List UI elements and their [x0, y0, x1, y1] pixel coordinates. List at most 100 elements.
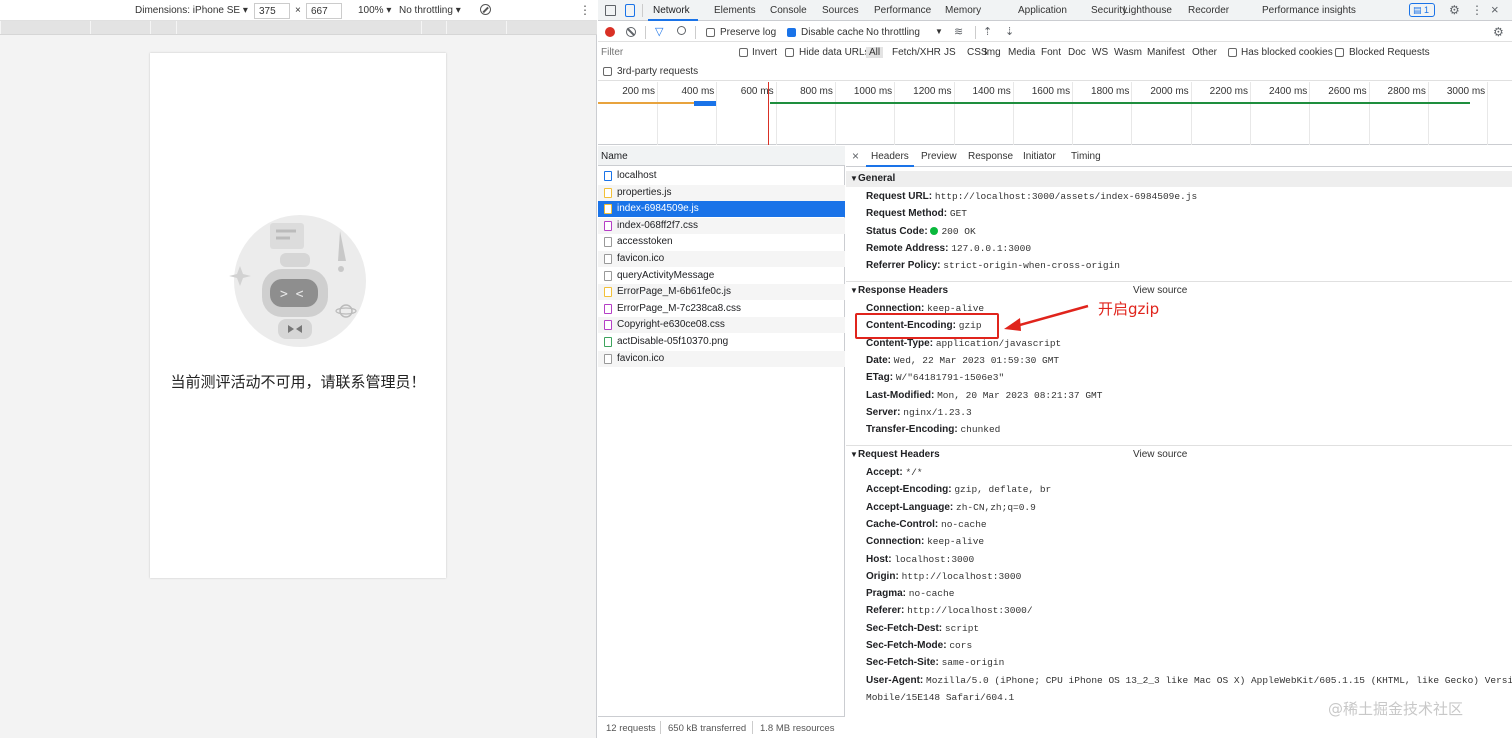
type-filter-img[interactable]: Img: [984, 47, 1001, 58]
preserve-log-checkbox[interactable]: [706, 28, 715, 37]
dimension-times: ×: [295, 5, 301, 16]
more-options-icon[interactable]: ⋮: [579, 3, 591, 17]
tab-network[interactable]: Network: [653, 5, 690, 16]
blocked-cookies-checkbox[interactable]: [1228, 48, 1237, 57]
devtools-menu-icon[interactable]: ⋮: [1471, 3, 1483, 17]
header-row: Request Method: GET: [866, 208, 967, 219]
detail-tab-timing[interactable]: Timing: [1071, 151, 1101, 162]
header-key: Accept-Encoding:: [866, 484, 952, 496]
type-filter-font[interactable]: Font: [1041, 47, 1061, 58]
header-value: script: [944, 622, 980, 634]
response-view-source-link[interactable]: View source: [1133, 285, 1187, 296]
request-view-source-link[interactable]: View source: [1133, 449, 1187, 460]
header-row: Origin: http://localhost:3000: [866, 571, 1021, 582]
media-query-ruler[interactable]: [0, 21, 597, 35]
request-row[interactable]: actDisable-05f10370.png: [598, 334, 845, 350]
tab-sources[interactable]: Sources: [822, 5, 859, 16]
detail-tab-initiator[interactable]: Initiator: [1023, 151, 1056, 162]
export-har-icon[interactable]: ⇣: [1005, 25, 1014, 38]
type-filter-fetchxhr[interactable]: Fetch/XHR: [892, 47, 941, 58]
tab-lighthouse[interactable]: Lighthouse: [1123, 5, 1172, 16]
type-filter-manifest[interactable]: Manifest: [1147, 47, 1185, 58]
filter-icon[interactable]: ▽: [655, 25, 663, 38]
annotation-label: 开启gzip: [1098, 300, 1160, 318]
blocked-requests-checkbox[interactable]: [1335, 48, 1344, 57]
tab-security[interactable]: Security: [1091, 5, 1127, 16]
response-headers-section-header[interactable]: ▼ Response Headers View source: [846, 283, 1512, 299]
request-row[interactable]: ErrorPage_M-7c238ca8.css: [598, 301, 845, 317]
type-filter-all[interactable]: All: [866, 47, 884, 58]
network-throttling-select[interactable]: No throttling: [866, 27, 920, 38]
request-row[interactable]: properties.js: [598, 184, 845, 201]
request-row[interactable]: queryActivityMessage: [598, 268, 845, 284]
header-key: Referer:: [866, 605, 905, 617]
clear-icon[interactable]: [626, 27, 636, 37]
close-detail-icon[interactable]: ×: [852, 149, 859, 163]
request-row[interactable]: localhost: [598, 168, 845, 184]
request-row[interactable]: favicon.ico: [598, 350, 845, 367]
timeline-label: 1000 ms: [853, 86, 893, 97]
header-row: Content-Type: application/javascript: [866, 338, 1061, 349]
invert-checkbox[interactable]: [739, 48, 748, 57]
file-doc-icon: [604, 171, 612, 181]
tab-console[interactable]: Console: [770, 5, 807, 16]
type-filter-doc[interactable]: Doc: [1068, 47, 1086, 58]
detail-tab-response[interactable]: Response: [968, 151, 1013, 162]
tab-memory[interactable]: Memory: [945, 5, 981, 16]
throttle-selector[interactable]: No throttling ▾: [399, 5, 461, 16]
type-filter-media[interactable]: Media: [1008, 47, 1035, 58]
svg-text:> <: > <: [280, 287, 304, 302]
import-har-icon[interactable]: ⇡: [983, 25, 992, 38]
network-settings-gear-icon[interactable]: ⚙: [1493, 25, 1504, 39]
tab-application[interactable]: Application: [1018, 5, 1067, 16]
type-filter-ws[interactable]: WS: [1092, 47, 1108, 58]
device-selector[interactable]: Dimensions: iPhone SE ▾: [135, 5, 248, 16]
request-row[interactable]: index-068ff2f7.css: [598, 217, 845, 234]
chevron-down-icon[interactable]: ▼: [935, 27, 943, 36]
header-row: Sec-Fetch-Mode: cors: [866, 640, 972, 651]
request-row[interactable]: ErrorPage_M-6b61fe0c.js: [598, 284, 845, 301]
zoom-selector[interactable]: 100% ▾: [358, 5, 391, 16]
tab-elements[interactable]: Elements: [714, 5, 756, 16]
settings-gear-icon[interactable]: ⚙: [1449, 3, 1460, 17]
request-row[interactable]: index-6984509e.js: [598, 201, 845, 218]
type-filter-other[interactable]: Other: [1192, 47, 1217, 58]
preserve-log-label: Preserve log: [720, 27, 777, 38]
request-headers-section-header[interactable]: ▼ Request Headers View source: [846, 447, 1512, 463]
issues-badge[interactable]: ▤ 1: [1409, 3, 1435, 17]
timeline-label: 800 ms: [800, 86, 833, 97]
detail-tab-preview[interactable]: Preview: [921, 151, 957, 162]
header-row: Mobile/15E148 Safari/604.1: [866, 692, 1014, 703]
disable-cache-checkbox[interactable]: [787, 28, 796, 37]
type-filter-wasm[interactable]: Wasm: [1114, 47, 1142, 58]
device-toolbar-toggle-icon[interactable]: [625, 4, 635, 17]
search-icon[interactable]: [677, 26, 686, 35]
type-filter-js[interactable]: JS: [944, 47, 956, 58]
general-section-header[interactable]: ▼ General: [846, 171, 1512, 187]
request-row[interactable]: favicon.ico: [598, 251, 845, 267]
detail-tab-headers[interactable]: Headers: [871, 151, 909, 162]
network-toolbar: ▽ Preserve log Disable cache No throttli…: [598, 22, 1512, 42]
tab-performance[interactable]: Performance: [874, 5, 931, 16]
network-overview-timeline[interactable]: 200 ms 400 ms 600 ms 800 ms 1000 ms 1200 ms 14…: [598, 82, 1512, 145]
record-icon[interactable]: [605, 27, 615, 37]
name-column-header[interactable]: Name: [601, 151, 628, 162]
request-row[interactable]: Copyright-e630ce08.css: [598, 317, 845, 334]
device-height-input[interactable]: [306, 3, 342, 19]
tab-performance-insights[interactable]: Performance insights: [1262, 5, 1356, 16]
request-list: Name localhost properties.js index-6984509…: [598, 146, 845, 716]
tab-recorder[interactable]: Recorder: [1188, 5, 1229, 16]
file-js-icon: [604, 287, 612, 298]
inspect-element-icon[interactable]: [605, 5, 616, 16]
header-key: Content-Type:: [866, 337, 934, 349]
hide-data-urls-checkbox[interactable]: [785, 48, 794, 57]
device-width-input[interactable]: [254, 3, 290, 19]
close-devtools-icon[interactable]: ×: [1491, 2, 1499, 17]
filter-input[interactable]: [601, 45, 729, 60]
network-conditions-icon[interactable]: ≋: [954, 25, 963, 38]
header-value: W/"64181791-1506e3": [895, 372, 1005, 384]
third-party-checkbox[interactable]: [603, 67, 612, 76]
request-row[interactable]: accesstoken: [598, 234, 845, 250]
rotate-icon[interactable]: [480, 4, 491, 15]
header-row: Accept-Language: zh-CN,zh;q=0.9: [866, 502, 1036, 513]
